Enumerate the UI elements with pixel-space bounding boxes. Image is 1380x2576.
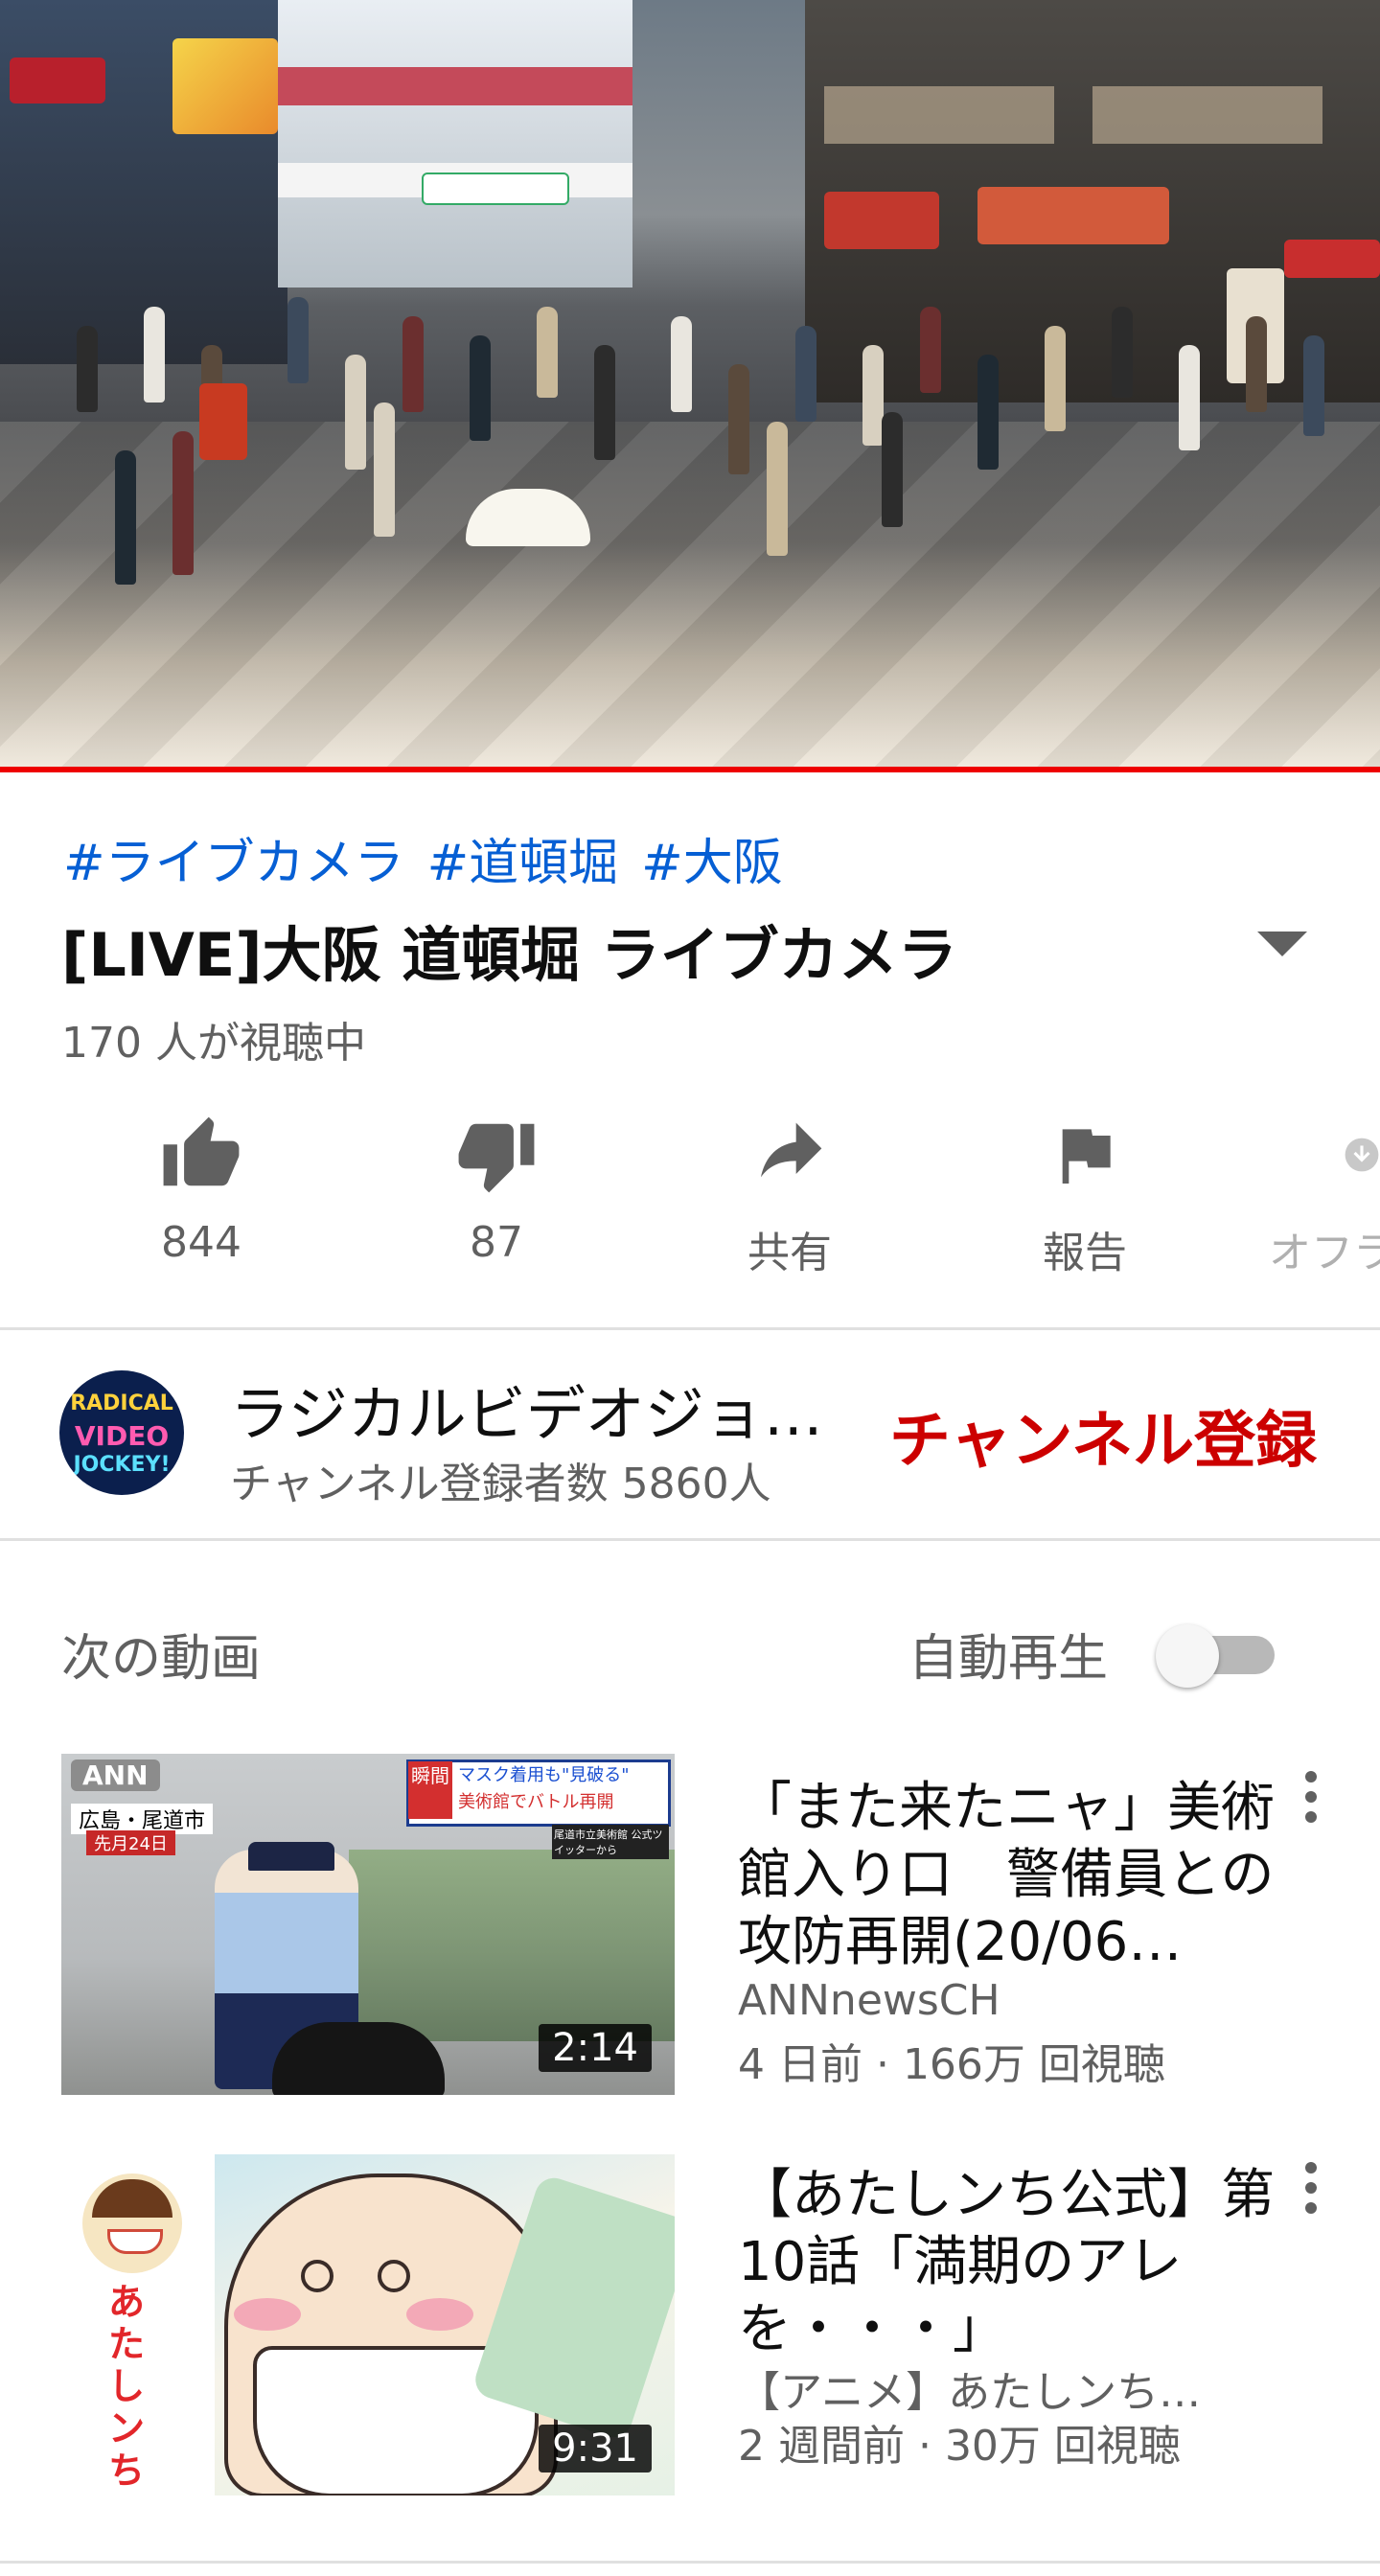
cat-figure xyxy=(272,2022,445,2095)
download-icon xyxy=(1345,1138,1379,1172)
video-player[interactable] xyxy=(0,0,1380,767)
report-label: 報告 xyxy=(1043,1229,1127,1277)
autoplay-label: 自動再生 xyxy=(908,1630,1109,1688)
channel-name[interactable]: ラジカルビデオジョッキー xyxy=(230,1366,824,1452)
thumbs-down-icon xyxy=(458,1123,535,1193)
thumb-text: マスク着用も"見破る" xyxy=(458,1765,630,1785)
subscribe-button[interactable]: チャンネル登録 xyxy=(889,1392,1317,1480)
thumbs-up-icon xyxy=(163,1116,240,1186)
duration-badge: 2:14 xyxy=(539,2024,652,2072)
pedestrian xyxy=(882,412,903,527)
flag-icon xyxy=(1062,1129,1111,1184)
character-icon xyxy=(82,2174,182,2273)
store-sign xyxy=(422,172,569,205)
divider xyxy=(0,2561,1380,2564)
pedestrian xyxy=(978,355,999,470)
share-label: 共有 xyxy=(748,1229,832,1277)
video-title[interactable]: 「また来たニャ」美術館入り口 警備員との攻防再開(20/06… xyxy=(738,1775,1275,1976)
pedestrian xyxy=(144,307,165,402)
viewer-count: 170 人が視聴中 xyxy=(61,1019,366,1068)
like-button[interactable]: 844 xyxy=(105,1107,297,1267)
pedestrian xyxy=(1112,307,1133,398)
more-vert-icon[interactable] xyxy=(1305,2162,1321,2222)
duration-badge: 9:31 xyxy=(539,2425,652,2472)
hashtag-link[interactable]: #道頓堀 xyxy=(427,835,619,892)
video-thumbnail[interactable]: あたしンち 9:31 xyxy=(61,2154,675,2496)
pedestrian xyxy=(1303,335,1324,436)
pedestrian xyxy=(920,307,941,393)
share-button[interactable]: 共有 xyxy=(694,1107,886,1279)
thumb-text: ANN xyxy=(71,1760,160,1791)
progress-bar[interactable] xyxy=(0,767,1380,772)
thumb-text: あたしンち xyxy=(107,2281,145,2492)
subscriber-count: チャンネル登録者数 5860人 xyxy=(230,1460,771,1508)
channel-name: ANNnewsCH xyxy=(738,1976,1000,2025)
hashtag-link[interactable]: #大阪 xyxy=(641,835,783,892)
billboard xyxy=(172,38,278,134)
pedestrian xyxy=(402,316,424,412)
more-vert-icon[interactable] xyxy=(1305,1771,1321,1831)
pedestrian xyxy=(288,297,309,383)
crowd xyxy=(58,288,1342,585)
pedestrian xyxy=(345,355,366,470)
divider xyxy=(0,1327,1380,1330)
pedestrian xyxy=(470,335,491,441)
divider xyxy=(0,1538,1380,1541)
pedestrian xyxy=(77,326,98,412)
report-button[interactable]: 報告 xyxy=(989,1107,1181,1279)
pedestrian xyxy=(1179,345,1200,450)
channel-avatar[interactable]: RADICAL VIDEO JOCKEY! xyxy=(59,1370,184,1495)
building-center xyxy=(278,0,632,288)
hashtags: #ライブカメラ #道頓堀 #大阪 xyxy=(63,822,806,894)
dislike-count: 87 xyxy=(470,1218,523,1267)
pedestrian xyxy=(795,326,816,422)
pedestrian xyxy=(767,422,788,556)
hashtag-link[interactable]: #ライブカメラ xyxy=(63,835,404,892)
thumb-text: 美術館でバトル再開 xyxy=(458,1792,614,1812)
pedestrian xyxy=(862,345,884,446)
thumb-text: 尾道市立美術館 公式ツイッターから xyxy=(552,1825,669,1859)
pedestrian xyxy=(594,345,615,460)
pedestrian xyxy=(1246,316,1267,412)
share-icon xyxy=(761,1122,822,1178)
video-title[interactable]: [LIVE]大阪 道頓堀 ライブカメラ xyxy=(61,907,1211,993)
thumb-text: 先月24日 xyxy=(86,1830,175,1855)
video-meta: 2 週間前 · 30万 回視聴 xyxy=(738,2422,1181,2471)
pedestrian xyxy=(374,402,395,537)
pedestrian xyxy=(172,431,194,575)
channel-name: 【アニメ】あたしンち… xyxy=(738,2368,1202,2417)
chevron-down-icon[interactable] xyxy=(1257,932,1307,956)
street-sign xyxy=(199,383,247,460)
like-count: 844 xyxy=(161,1218,242,1267)
pedestrian xyxy=(671,316,692,412)
thumb-text: 瞬間 xyxy=(408,1761,452,1819)
pedestrian xyxy=(115,450,136,585)
pedestrian xyxy=(1045,326,1066,431)
list-item[interactable]: あたしンち 9:31 【あたしンち公式】第10話「満期のアレを・・・」 【アニメ… xyxy=(0,2154,1380,2499)
list-item[interactable]: ANN 広島・尾道市 先月24日 瞬間 マスク着用も"見破る" 美術館でバトル再… xyxy=(0,1754,1380,2099)
dislike-button[interactable]: 87 xyxy=(401,1107,592,1267)
video-meta: 4 日前 · 166万 回視聴 xyxy=(738,2040,1165,2089)
offline-button[interactable]: オフライ xyxy=(1263,1107,1380,1279)
video-title[interactable]: 【あたしンち公式】第10話「満期のアレを・・・」 xyxy=(738,2162,1275,2363)
pedestrian xyxy=(728,364,749,474)
up-next-label: 次の動画 xyxy=(61,1630,262,1688)
pedestrian xyxy=(537,307,558,398)
video-thumbnail[interactable]: ANN 広島・尾道市 先月24日 瞬間 マスク着用も"見破る" 美術館でバトル再… xyxy=(61,1754,675,2095)
action-bar: 844 87 共有 報告 オフライ xyxy=(0,1107,1380,1289)
offline-label: オフライ xyxy=(1269,1229,1380,1277)
autoplay-toggle[interactable] xyxy=(1156,1624,1275,1688)
shop-sign xyxy=(10,58,105,104)
